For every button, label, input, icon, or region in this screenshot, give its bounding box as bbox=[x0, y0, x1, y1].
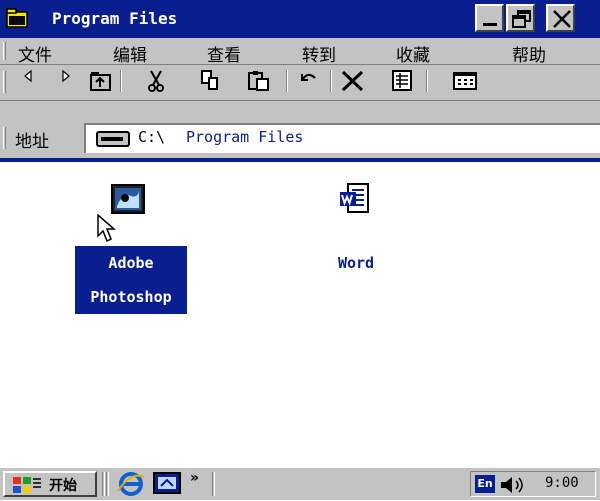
windows-logo-icon bbox=[11, 475, 43, 499]
address-field[interactable]: C:\ Program Files bbox=[84, 123, 600, 153]
close-icon bbox=[553, 10, 571, 28]
delete-button[interactable] bbox=[340, 68, 366, 94]
internet-explorer-icon[interactable] bbox=[116, 471, 146, 501]
forward-button[interactable] bbox=[52, 68, 78, 94]
menu-favorites[interactable]: 收藏 bbox=[396, 41, 430, 66]
properties-button[interactable] bbox=[390, 68, 416, 94]
copy-icon bbox=[201, 70, 218, 90]
toolbar-separator bbox=[286, 70, 288, 92]
file-item-word[interactable]: Word bbox=[300, 174, 412, 284]
restore-icon bbox=[512, 10, 531, 28]
views-button[interactable] bbox=[452, 68, 478, 94]
menu-help[interactable]: 帮助 bbox=[512, 41, 546, 66]
cut-button[interactable] bbox=[144, 68, 170, 94]
system-tray: En 9:00 bbox=[470, 471, 596, 497]
start-button[interactable]: 开始 bbox=[3, 471, 97, 497]
file-label: Adobe Photoshop bbox=[75, 246, 187, 314]
taskbar-separator bbox=[212, 472, 215, 496]
restore-button[interactable] bbox=[506, 4, 535, 32]
toolbar-grip[interactable] bbox=[3, 71, 6, 93]
window-title: Program Files bbox=[52, 9, 178, 28]
desktop-icon[interactable] bbox=[152, 471, 182, 501]
minimize-button[interactable] bbox=[475, 4, 504, 32]
paste-icon bbox=[248, 71, 269, 91]
views-icon bbox=[453, 72, 477, 90]
menu-edit[interactable]: 编辑 bbox=[113, 41, 147, 66]
properties-icon bbox=[392, 70, 412, 91]
delete-icon bbox=[341, 70, 364, 92]
close-button[interactable] bbox=[546, 4, 575, 32]
photoshop-icon bbox=[111, 184, 145, 218]
back-button[interactable] bbox=[20, 68, 46, 94]
address-drive: C:\ bbox=[138, 128, 166, 146]
word-icon bbox=[338, 182, 372, 220]
address-grip[interactable] bbox=[3, 127, 6, 149]
toolbar-separator bbox=[120, 70, 122, 92]
file-list: Adobe Photoshop Word bbox=[0, 162, 600, 466]
toolbar-separator bbox=[330, 70, 332, 92]
file-item-photoshop[interactable]: Adobe Photoshop bbox=[75, 174, 187, 314]
paste-button[interactable] bbox=[246, 68, 272, 94]
language-indicator[interactable]: En bbox=[475, 475, 495, 493]
menu-view[interactable]: 查看 bbox=[207, 41, 241, 66]
menu-grip[interactable] bbox=[3, 42, 6, 60]
undo-button[interactable] bbox=[296, 68, 322, 94]
speaker-icon[interactable] bbox=[499, 475, 529, 499]
menu-go[interactable]: 转到 bbox=[302, 41, 336, 66]
up-folder-button[interactable] bbox=[88, 68, 114, 94]
taskbar: 开始 » En 9:00 bbox=[0, 466, 600, 500]
address-label: 地址 bbox=[15, 132, 49, 152]
toolbar bbox=[0, 65, 600, 100]
cursor-pointer-icon bbox=[97, 213, 117, 248]
title-bar: Program Files bbox=[0, 0, 600, 38]
back-icon bbox=[24, 69, 32, 83]
up-folder-icon bbox=[90, 72, 111, 91]
minimize-icon bbox=[483, 23, 497, 26]
copy-button[interactable] bbox=[198, 68, 224, 94]
address-bar: 地址 C:\ Program Files bbox=[0, 118, 600, 158]
file-label-line2: Photoshop bbox=[90, 288, 172, 306]
quick-launch-overflow[interactable]: » bbox=[190, 470, 199, 486]
start-label: 开始 bbox=[49, 478, 77, 494]
toolbar-spacer bbox=[0, 100, 600, 118]
file-label-line1: Adobe bbox=[108, 254, 154, 272]
clock[interactable]: 9:00 bbox=[545, 475, 579, 491]
toolbar-separator bbox=[426, 70, 428, 92]
menu-file[interactable]: 文件 bbox=[18, 41, 52, 66]
cut-icon bbox=[148, 70, 164, 92]
address-path: Program Files bbox=[186, 128, 304, 146]
drive-icon bbox=[96, 131, 130, 151]
taskbar-separator bbox=[106, 472, 109, 496]
file-label: Word bbox=[337, 254, 375, 272]
forward-icon bbox=[62, 69, 70, 83]
folder-icon bbox=[6, 8, 28, 28]
undo-icon bbox=[301, 74, 316, 81]
menu-bar: 文件 编辑 查看 转到 收藏 帮助 bbox=[0, 38, 600, 66]
taskbar-separator bbox=[102, 472, 105, 496]
